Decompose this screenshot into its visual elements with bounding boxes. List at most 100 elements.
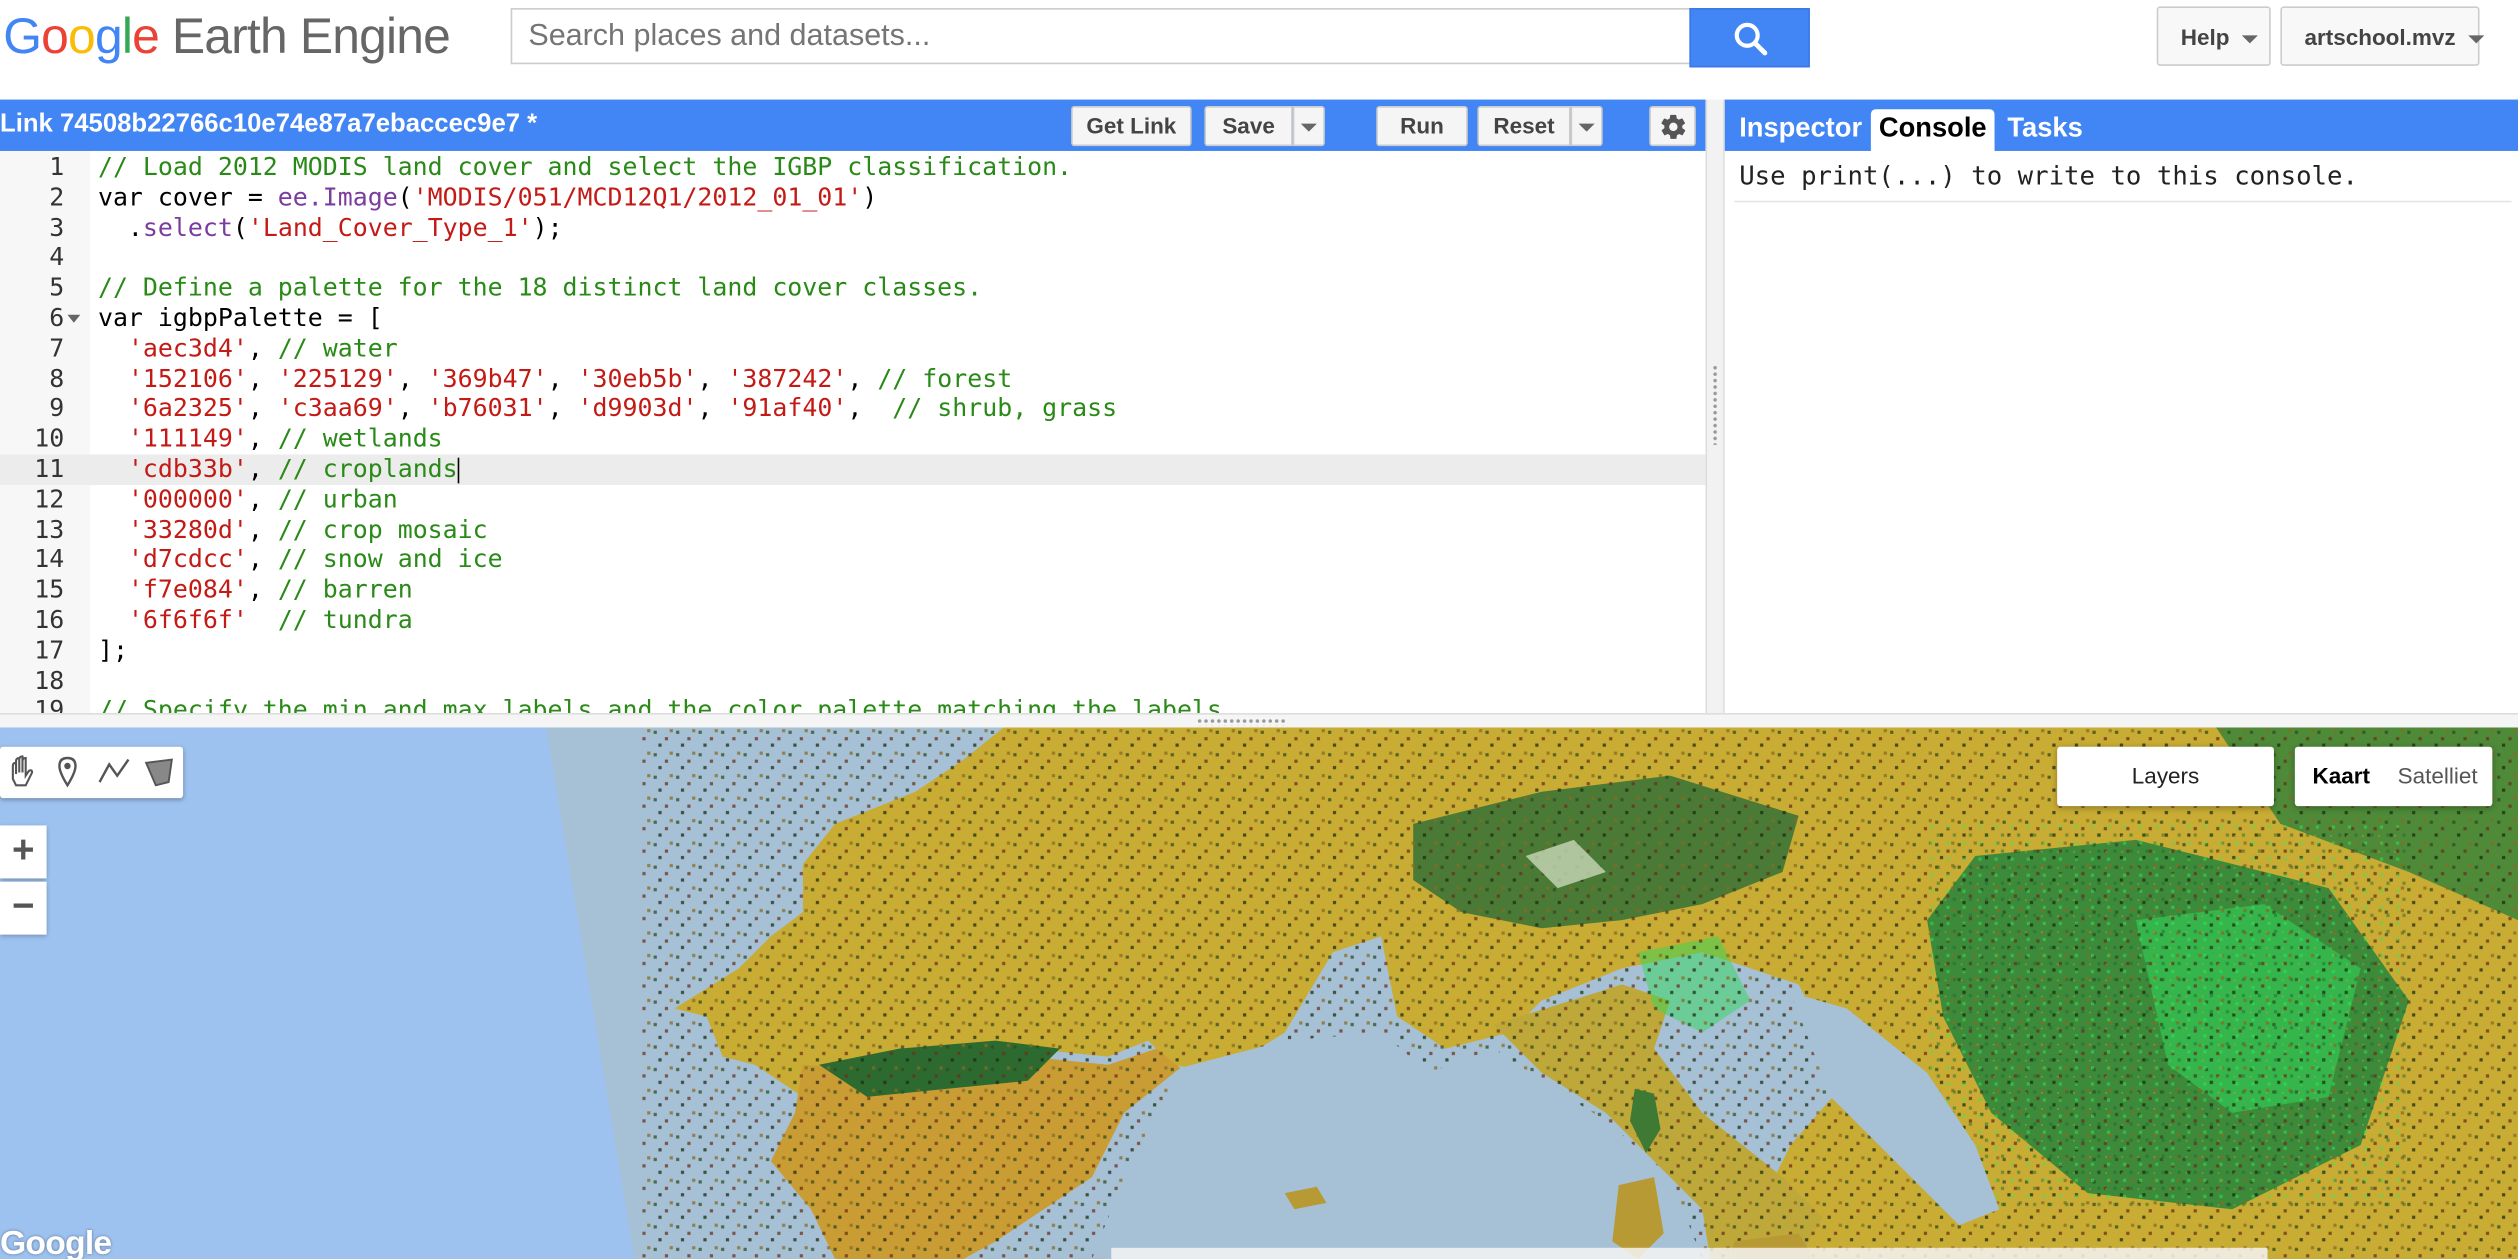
code-line[interactable]: 11 'cdb33b', // croplands [0,454,1706,485]
code-token: , [247,575,278,605]
fold-arrow-icon[interactable] [67,314,81,323]
reset-dropdown-button[interactable] [1570,105,1603,147]
tab-tasks[interactable]: Tasks [1999,109,2090,151]
code-token: '000000' [127,484,248,514]
line-number: 9 [49,394,65,423]
polyline-icon [98,758,130,783]
code-line[interactable]: 16 '6f6f6f' // tundra [0,605,1705,636]
code-line[interactable]: 3 .select('Land_Cover_Type_1'); [0,213,1705,244]
line-number: 10 [34,424,65,454]
code-line[interactable]: 8 '152106', '225129', '369b47', '30eb5b'… [0,364,1705,395]
zoom-in-button[interactable]: + [0,825,47,879]
map-type-control: Kaart Satelliet [2294,746,2493,807]
reset-button[interactable]: Reset [1477,105,1571,147]
code-text: // Load 2012 MODIS land cover and select… [98,153,1072,184]
save-button[interactable]: Save [1204,105,1293,147]
layers-button[interactable]: Layers [2057,746,2274,807]
horizontal-splitter[interactable] [0,713,2518,728]
line-number: 15 [34,575,65,605]
save-dropdown-button[interactable] [1292,105,1325,147]
code-token: // tundra [277,605,413,635]
account-button[interactable]: artschool.mvz [2280,6,2485,66]
code-token: , [397,363,428,393]
drag-handle-icon [1711,364,1719,445]
line-tool[interactable] [92,747,137,798]
code-token: // water [277,333,398,363]
code-text: .select('Land_Cover_Type_1'); [98,213,563,244]
code-token: , [847,394,893,423]
help-button[interactable]: Help [2156,6,2271,66]
tab-inspector[interactable]: Inspector [1731,109,1870,151]
code-token: , [547,363,578,393]
code-line[interactable]: 1 // Load 2012 MODIS land cover and selec… [0,153,1705,184]
code-line[interactable]: 2 var cover = ee.Image('MODIS/051/MCD12Q1… [0,183,1705,214]
forest-texture [1927,823,2409,1210]
code-line[interactable]: 13 '33280d', // crop mosaic [0,515,1705,546]
basemap-ocean-left [0,727,635,1259]
code-token: 'd7cdcc' [127,545,248,574]
search-input[interactable] [510,8,1690,65]
line-number: 16 [34,605,65,635]
map-type-satellite-button[interactable]: Satelliet [2398,747,2478,806]
code-token: '111149' [127,424,248,454]
map-type-map-button[interactable]: Kaart [2312,747,2369,806]
code-token: // barren [277,575,413,605]
chevron-down-icon [2468,35,2485,44]
line-number: 6 [49,303,65,333]
chevron-down-icon [1300,123,1317,132]
line-number: 4 [49,243,65,273]
search-button[interactable] [1689,8,1810,68]
settings-button[interactable] [1649,105,1696,147]
search-icon [1734,22,1768,56]
code-line[interactable]: 5 // Define a palette for the 18 distinct… [0,273,1705,304]
zoom-out-button[interactable]: − [0,881,47,935]
code-line[interactable]: 9 '6a2325', 'c3aa69', 'b76031', 'd9903d'… [0,394,1705,425]
run-button[interactable]: Run [1376,105,1468,147]
polygon-tool[interactable] [137,747,182,798]
map-view[interactable]: + − Layers Kaart Satelliet Google [0,727,2518,1259]
code-token: // snow and ice [277,545,503,574]
code-token: // crop mosaic [277,514,488,544]
right-panel-tabs: Inspector Console Tasks [1724,99,2518,151]
map-attribution [1111,1247,2268,1259]
code-line[interactable]: 7 'aec3d4', // water [0,334,1705,365]
code-line[interactable]: 4 [0,243,1705,274]
code-text: '33280d', // crop mosaic [98,515,488,546]
code-line[interactable]: 17]; [0,636,1705,667]
code-line[interactable]: 15 'f7e084', // barren [0,575,1705,606]
code-text: 'aec3d4', // water [98,334,398,365]
vertical-splitter[interactable] [1705,99,1725,714]
pan-tool[interactable] [0,747,45,798]
code-text: '152106', '225129', '369b47', '30eb5b', … [98,364,1012,395]
earth-engine-app: GoogleEarth Engine Help artschool.mvz Li… [0,0,2518,1259]
code-line[interactable]: 12 '000000', // urban [0,485,1705,516]
code-line[interactable]: 19 // Specify the min and max labels and … [0,696,1705,713]
code-line[interactable]: 14 'd7cdcc', // snow and ice [0,545,1705,576]
code-text: // Define a palette for the 18 distinct … [98,273,982,304]
code-line[interactable]: 6 var igbpPalette = [ [0,304,1705,335]
code-token: , [697,363,728,393]
code-token: 'cdb33b' [127,454,248,484]
drag-handle-icon [1196,717,1287,726]
console-message: Use print(...) to write to this console. [1739,160,2358,192]
code-token: '152106' [127,363,248,393]
code-text: // Specify the min and max labels and th… [98,696,1237,713]
tab-console[interactable]: Console [1870,109,1995,151]
line-number: 2 [49,182,65,212]
code-token: '6a2325' [127,394,248,423]
code-text: var igbpPalette = [ [98,304,383,335]
script-title: Link 74508b22766c10e74e87a7ebaccec9e7 * [0,110,538,139]
code-token: , [247,545,278,574]
code-line[interactable]: 18 [0,666,1705,697]
code-editor[interactable]: 1 // Load 2012 MODIS land cover and selec… [0,150,1706,714]
point-tool[interactable] [45,747,90,798]
code-line[interactable]: 10 '111149', // wetlands [0,424,1705,455]
get-link-button[interactable]: Get Link [1071,105,1192,147]
code-token: , [247,333,278,363]
line-number: 11 [34,454,65,484]
